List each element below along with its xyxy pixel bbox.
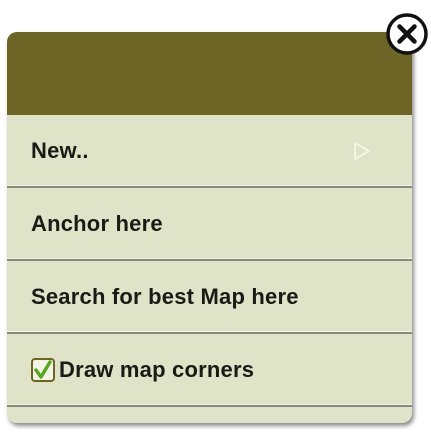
context-menu: New.. Anchor here Search for best Map he… (7, 32, 412, 423)
menu-item-new[interactable]: New.. (7, 115, 412, 188)
menu-item-search-best-map-label: Search for best Map here (31, 283, 299, 309)
menu-item-draw-map-corners[interactable]: Draw map corners (7, 334, 412, 407)
menu-item-anchor-here-label: Anchor here (31, 210, 163, 236)
menu-item-search-best-map[interactable]: Search for best Map here (7, 261, 412, 334)
menu-item-anchor-here[interactable]: Anchor here (7, 188, 412, 261)
close-icon[interactable] (385, 12, 429, 56)
menu-item-new-label: New.. (31, 137, 89, 163)
checkbox-checked-icon[interactable] (31, 357, 55, 382)
menu-item-draw-map-corners-label: Draw map corners (59, 356, 255, 382)
menu-header (7, 32, 412, 115)
menu-footer (7, 407, 412, 423)
checkmark-icon (34, 359, 52, 379)
submenu-arrow-icon (354, 141, 370, 160)
